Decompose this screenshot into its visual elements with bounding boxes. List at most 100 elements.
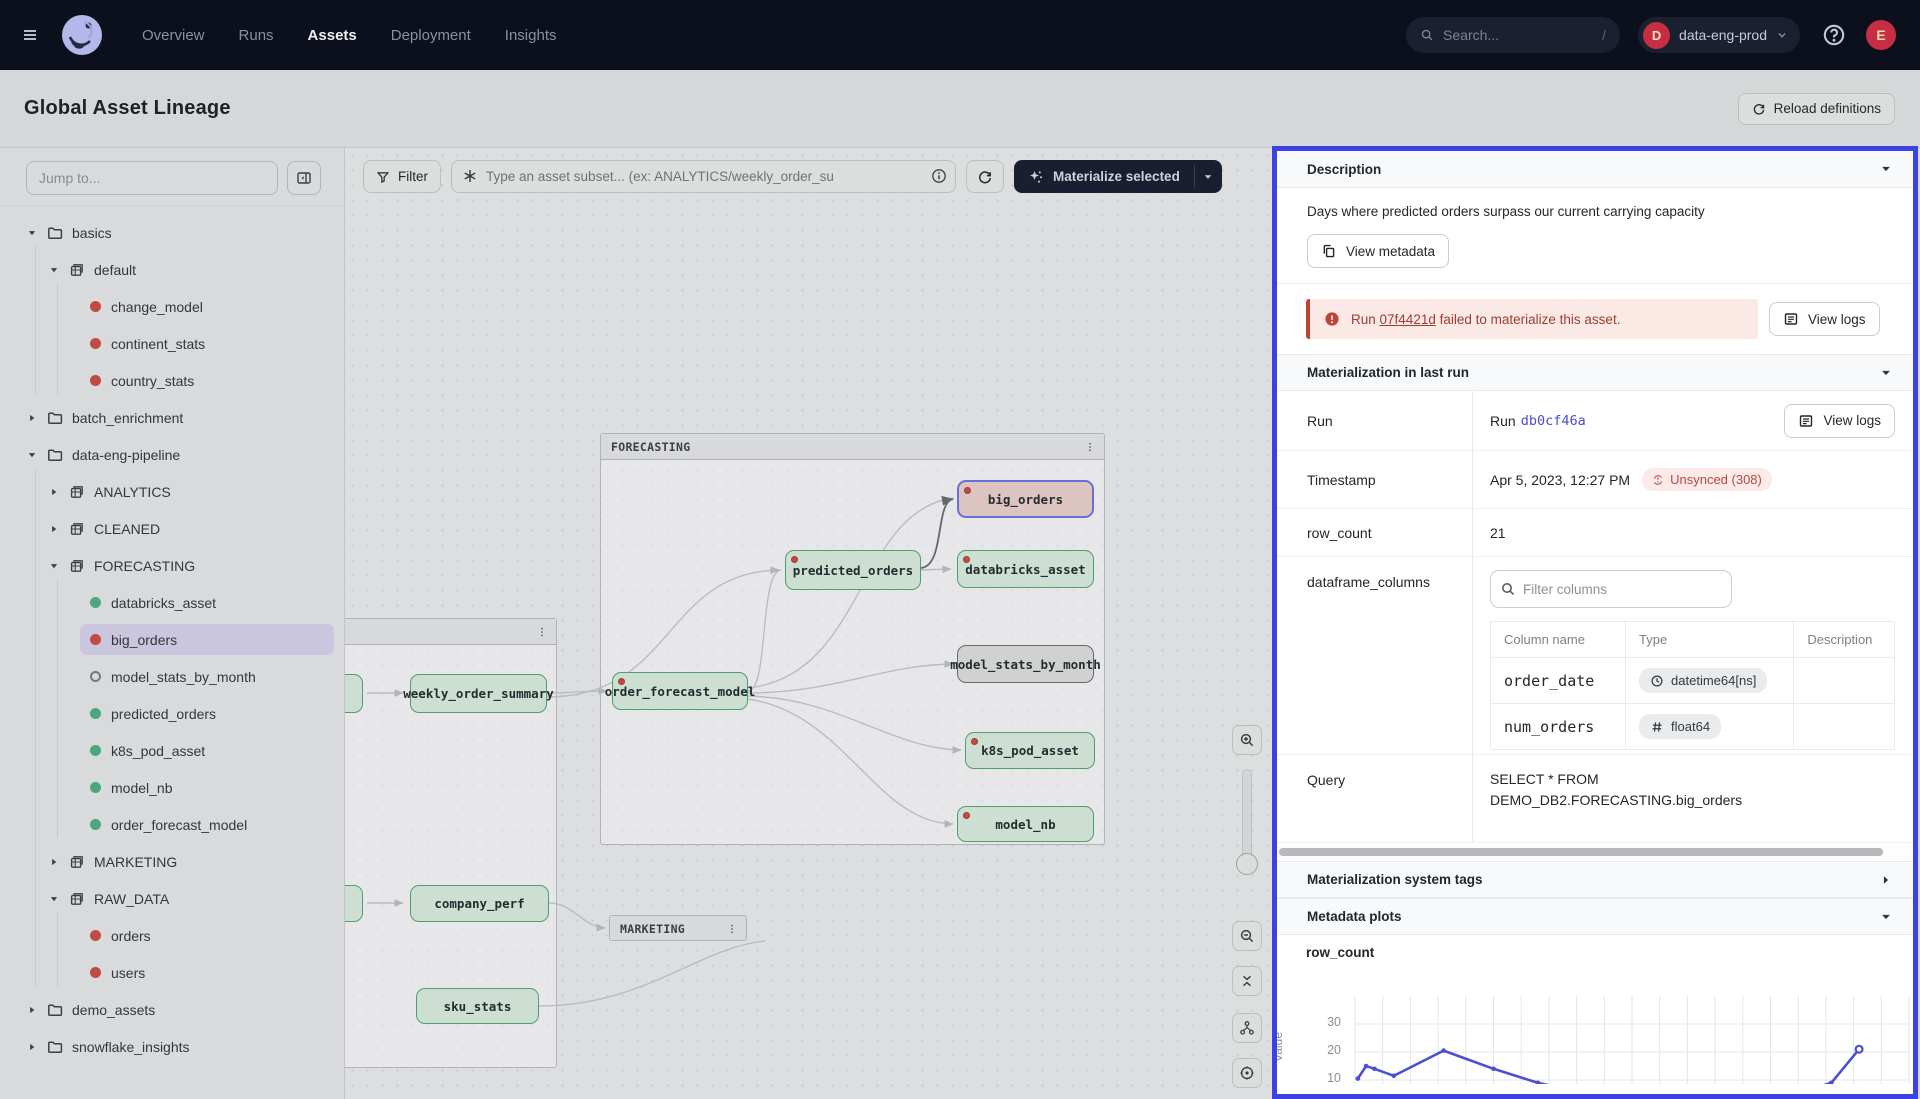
hamburger-menu-icon[interactable] [22,27,38,43]
node-label: order_forecast_model [605,684,756,699]
sidebar-item-RAW_DATA[interactable]: RAW_DATA [0,880,344,917]
metadata-plots-section-header[interactable]: Metadata plots [1277,898,1913,935]
zoom-out-button[interactable] [1232,921,1262,951]
description-section-header[interactable]: Description [1277,151,1913,188]
info-icon[interactable] [931,168,947,184]
nav-deployment[interactable]: Deployment [391,27,471,44]
user-avatar[interactable]: E [1866,20,1896,50]
sidebar-item-snowflake_insights[interactable]: snowflake_insights [0,1028,344,1065]
caret-right-icon[interactable] [26,412,38,424]
filter-button[interactable]: Filter [363,160,441,193]
refresh-graph-button[interactable] [966,160,1004,193]
asset-node-big_orders[interactable]: big_orders [957,480,1094,518]
system-tags-section-header[interactable]: Materialization system tags [1277,861,1913,898]
caret-right-icon[interactable] [26,1041,38,1053]
sidebar-item-predicted_orders[interactable]: predicted_orders [0,695,344,732]
reload-definitions-button[interactable]: Reload definitions [1738,93,1895,125]
collapse-groups-button[interactable] [1232,966,1262,996]
collapse-sidebar-button[interactable] [287,161,321,195]
folder-icon [47,1002,63,1018]
sidebar-item-big_orders[interactable]: big_orders [0,621,344,658]
caret-right-icon[interactable] [48,486,60,498]
caret-down-icon[interactable] [48,560,60,572]
asset-node-weekly_order_summary[interactable]: weekly_order_summary [410,674,547,713]
nav-runs[interactable]: Runs [239,27,274,44]
sidebar-item-demo_assets[interactable]: demo_assets [0,991,344,1028]
sidebar-item-MARKETING[interactable]: MARKETING [0,843,344,880]
failed-run-id-link[interactable]: 07f4421d [1380,312,1436,327]
sidebar-item-country_stats[interactable]: country_stats [0,362,344,399]
caret-down-icon[interactable] [26,227,38,239]
caret-down-icon[interactable] [26,449,38,461]
asset-node-predicted_orders[interactable]: predicted_orders [785,550,921,590]
asset-tree: basicsdefaultchange_modelcontinent_stats… [0,206,344,1065]
chevron-right-icon[interactable] [1879,873,1893,887]
nav-assets[interactable]: Assets [308,27,357,44]
caret-down-icon[interactable] [48,893,60,905]
sidebar-item-CLEANED[interactable]: CLEANED [0,510,344,547]
lineage-graph-canvas[interactable]: FORECASTING MARKETING [345,148,1272,1099]
column-description-cell [1794,704,1895,750]
caret-down-icon[interactable] [1879,162,1893,176]
tree-item-label: model_nb [111,780,173,796]
deployment-switcher[interactable]: D data-eng-prod [1638,17,1800,53]
global-search[interactable]: / [1406,17,1620,53]
caret-down-icon[interactable] [48,264,60,276]
caret-right-icon[interactable] [48,523,60,535]
asset-node-order_forecast_model[interactable]: order_forecast_model [612,672,748,710]
zoom-slider-handle[interactable] [1236,853,1258,875]
asset-node-sku_stats[interactable]: sku_stats [416,988,539,1024]
horizontal-scrollbar[interactable] [1277,843,1913,861]
sidebar-item-order_forecast_model[interactable]: order_forecast_model [0,806,344,843]
nav-overview[interactable]: Overview [142,27,205,44]
view-metadata-button[interactable]: View metadata [1307,234,1449,268]
tree-item-label: batch_enrichment [72,410,183,426]
materialize-selected-button[interactable]: Materialize selected [1014,160,1194,193]
jump-to-input[interactable] [26,161,278,195]
sidebar-item-ANALYTICS[interactable]: ANALYTICS [0,473,344,510]
sidebar-item-batch_enrichment[interactable]: batch_enrichment [0,399,344,436]
help-icon[interactable] [1822,23,1846,47]
asset-node-partial[interactable] [345,885,363,922]
recenter-button[interactable] [1232,1058,1262,1088]
sidebar-item-FORECASTING[interactable]: FORECASTING [0,547,344,584]
sidebar-item-k8s_pod_asset[interactable]: k8s_pod_asset [0,732,344,769]
view-logs-button[interactable]: View logs [1784,404,1895,438]
caret-down-icon[interactable] [1879,910,1893,924]
view-logs-button[interactable]: View logs [1769,302,1880,336]
sidebar-item-change_model[interactable]: change_model [0,288,344,325]
relayout-button[interactable] [1232,1013,1262,1043]
asset-node-model_stats_by_month[interactable]: model_stats_by_month [957,645,1094,683]
sidebar-item-model_nb[interactable]: model_nb [0,769,344,806]
dagster-logo[interactable] [60,13,104,57]
asset-node-model_nb[interactable]: model_nb [957,806,1094,842]
status-dot-error [90,930,101,941]
caret-right-icon[interactable] [26,1004,38,1016]
nav-insights[interactable]: Insights [505,27,557,44]
asset-node-databricks_asset[interactable]: databricks_asset [957,550,1094,588]
sidebar-item-default[interactable]: default [0,251,344,288]
sidebar-item-users[interactable]: users [0,954,344,991]
filter-columns-input[interactable] [1490,570,1732,608]
sidebar-item-continent_stats[interactable]: continent_stats [0,325,344,362]
zoom-in-button[interactable] [1232,725,1262,755]
scrollbar-thumb[interactable] [1279,848,1883,856]
caret-down-icon[interactable] [1879,366,1893,380]
materialize-dropdown-button[interactable] [1195,160,1222,193]
y-tick: 10 [1305,1071,1341,1085]
caret-right-icon[interactable] [48,856,60,868]
asset-node-partial[interactable] [345,674,363,713]
sidebar-item-orders[interactable]: orders [0,917,344,954]
sidebar-item-basics[interactable]: basics [0,214,344,251]
collapse-vertical-icon [1239,973,1255,989]
unsynced-badge[interactable]: Unsynced (308) [1642,468,1772,491]
asset-node-company_perf[interactable]: company_perf [410,885,549,922]
asset-subset-input[interactable] [451,160,956,193]
run-id-link[interactable]: db0cf46a [1521,413,1586,429]
sidebar-item-databricks_asset[interactable]: databricks_asset [0,584,344,621]
last-run-section-header[interactable]: Materialization in last run [1277,354,1913,391]
sidebar-item-data-eng-pipeline[interactable]: data-eng-pipeline [0,436,344,473]
search-input[interactable] [1443,27,1563,43]
asset-node-k8s_pod_asset[interactable]: k8s_pod_asset [965,732,1095,769]
sidebar-item-model_stats_by_month[interactable]: model_stats_by_month [0,658,344,695]
